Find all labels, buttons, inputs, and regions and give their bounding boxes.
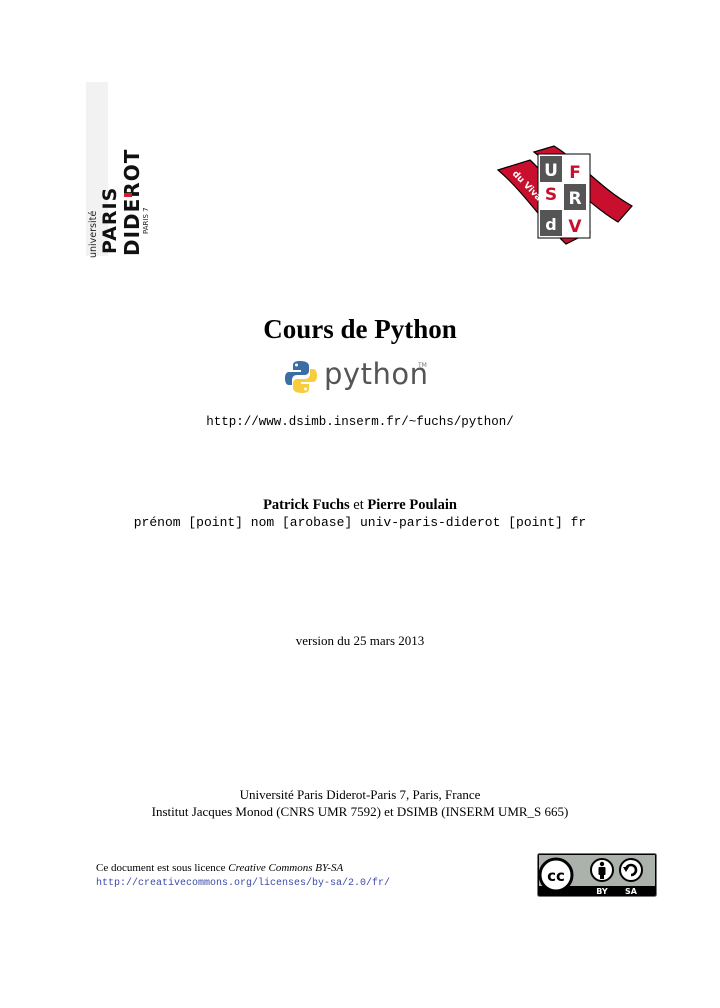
- author-email: prénom [point] nom [arobase] univ-paris-…: [133, 515, 587, 530]
- usfsv-letter: F: [569, 163, 581, 183]
- institution-line-2: Institut Jacques Monod (CNRS UMR 7592) e…: [151, 804, 569, 819]
- logo-red-dot: [124, 193, 132, 197]
- sa-label: SA: [625, 887, 638, 896]
- cc-label: cc: [547, 867, 565, 885]
- usfsv-letter: U: [544, 161, 558, 181]
- author-1: Patrick Fuchs: [263, 497, 350, 513]
- usfsv-letter: V: [568, 217, 582, 237]
- usfsv-logo: U S F d R V Sciences du Vivant: [496, 145, 633, 245]
- author-2: Pierre Poulain: [367, 497, 457, 513]
- document-title: Cours de Python: [263, 314, 457, 344]
- license-url-link[interactable]: http://creativecommons.org/licenses/by-s…: [96, 878, 390, 889]
- license-prefix: Ce document est sous licence: [96, 862, 226, 874]
- logo-diderot-text: DIDEROT: [120, 148, 144, 256]
- logo-paris7-text: PARIS 7: [142, 207, 150, 234]
- usfsv-letter: d: [545, 215, 556, 234]
- python-snake-icon: [285, 361, 317, 393]
- authors-line: Patrick Fuchs et Pierre Poulain: [0, 497, 720, 514]
- by-label: BY: [596, 887, 608, 896]
- logo-universite-text: université: [88, 210, 99, 258]
- license-name: Creative Commons BY-SA: [228, 862, 344, 874]
- website-url: http://www.dsimb.inserm.fr/~fuchs/python…: [206, 415, 514, 429]
- cc-by-sa-badge: cc BY SA: [537, 853, 657, 897]
- institution-line-1: Université Paris Diderot-Paris 7, Paris,…: [239, 787, 481, 802]
- share-alike-icon: [619, 858, 643, 882]
- logo-paris-text: PARIS: [99, 186, 121, 254]
- document-version: version du 25 mars 2013: [295, 633, 425, 648]
- license-statement: Ce document est sous licence Creative Co…: [96, 862, 343, 874]
- python-tm: TM: [418, 362, 427, 369]
- authors-conjunction: et: [353, 497, 364, 513]
- paris-diderot-logo: université PARIS DIDEROT PARIS 7: [86, 82, 156, 258]
- usfsv-letter: R: [568, 189, 581, 209]
- python-wordmark: python: [324, 357, 429, 391]
- python-logo: python TM: [284, 356, 432, 398]
